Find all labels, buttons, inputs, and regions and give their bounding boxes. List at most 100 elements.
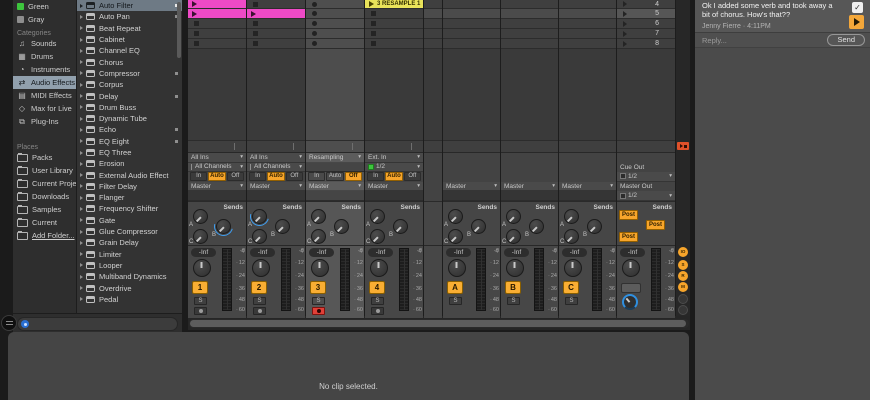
post-toggle-button[interactable]: Post xyxy=(619,210,638,220)
solo-button[interactable]: S xyxy=(312,297,325,305)
device-item-looper[interactable]: Looper xyxy=(77,260,182,271)
send-c-knob[interactable] xyxy=(448,229,463,244)
sidebar-place-current-project[interactable]: Current Project xyxy=(13,177,76,190)
sidebar-item-drums[interactable]: ▦Drums xyxy=(13,50,76,63)
resolve-check-icon[interactable]: ✓ xyxy=(852,2,863,13)
mixer-view-toggle-S[interactable]: S xyxy=(678,260,688,270)
post-toggle-button[interactable]: Post xyxy=(619,232,638,242)
clip-stop-button[interactable] xyxy=(188,29,246,39)
pan-knob[interactable] xyxy=(506,259,524,277)
empty-slot[interactable] xyxy=(443,29,500,39)
empty-slot[interactable] xyxy=(559,19,616,29)
device-item-drum-buss[interactable]: Drum Buss xyxy=(77,102,182,113)
device-item-gate[interactable]: Gate xyxy=(77,215,182,226)
sidebar-item-sounds[interactable]: ♫Sounds xyxy=(13,37,76,50)
empty-slot[interactable] xyxy=(501,39,558,49)
clip-stop-button[interactable] xyxy=(247,19,305,29)
monitor-auto-button[interactable]: Auto xyxy=(208,172,225,181)
empty-slot[interactable] xyxy=(424,39,442,49)
volume-readout[interactable]: -Inf xyxy=(250,248,275,257)
send-a-knob[interactable] xyxy=(448,209,463,224)
sidebar-item-max-for-live[interactable]: ◇Max for Live xyxy=(13,102,76,115)
sidebar-item-instruments[interactable]: ◔Instruments xyxy=(13,63,76,76)
solo-button[interactable]: S xyxy=(253,297,266,305)
post-toggle-button[interactable]: Post xyxy=(646,220,665,230)
clip-record-button[interactable] xyxy=(306,0,364,9)
volume-readout[interactable]: -Inf xyxy=(620,248,645,257)
device-item-beat-repeat[interactable]: Beat Repeat xyxy=(77,23,182,34)
device-item-external-audio-effect[interactable]: External Audio Effect xyxy=(77,169,182,180)
device-item-multiband-dynamics[interactable]: Multiband Dynamics xyxy=(77,271,182,282)
output-dropdown[interactable]: Master▾ xyxy=(443,182,500,192)
audio-clip-pink[interactable] xyxy=(188,0,246,9)
input-type-dropdown[interactable]: Ext. In▾ xyxy=(365,153,423,163)
clip-stop-button[interactable] xyxy=(188,39,246,49)
empty-slot[interactable] xyxy=(501,29,558,39)
device-item-channel-eq[interactable]: Channel EQ xyxy=(77,45,182,56)
monitor-auto-button[interactable]: Auto xyxy=(326,172,343,181)
send-b-knob[interactable] xyxy=(529,219,544,234)
horizontal-scrollbar[interactable] xyxy=(189,319,689,328)
send-c-knob[interactable] xyxy=(506,229,521,244)
cue-volume-knob[interactable] xyxy=(622,294,638,310)
device-item-grain-delay[interactable]: Grain Delay xyxy=(77,237,182,248)
solo-button[interactable]: S xyxy=(565,297,578,305)
empty-slot[interactable] xyxy=(443,19,500,29)
empty-slot[interactable] xyxy=(443,0,500,9)
mixer-view-toggle-M[interactable]: M xyxy=(678,282,688,292)
send-c-knob[interactable] xyxy=(252,229,267,244)
track-activator-button[interactable]: C xyxy=(563,281,579,294)
monitor-auto-button[interactable]: Auto xyxy=(385,172,402,181)
empty-slot[interactable] xyxy=(559,39,616,49)
monitor-in-button[interactable]: In xyxy=(308,172,325,181)
send-b-knob[interactable] xyxy=(216,219,231,234)
send-c-knob[interactable] xyxy=(370,229,385,244)
empty-slot[interactable] xyxy=(424,0,442,9)
sidebar-place-packs[interactable]: Packs xyxy=(13,151,76,164)
solo-button[interactable]: S xyxy=(371,297,384,305)
cue-out-dropdown[interactable]: 1/2▾ xyxy=(617,172,675,182)
send-b-knob[interactable] xyxy=(471,219,486,234)
mixer-view-toggle-4[interactable] xyxy=(678,294,688,304)
output-dropdown[interactable]: Master▾ xyxy=(247,182,305,192)
solo-button[interactable]: S xyxy=(507,297,520,305)
sidebar-place-samples[interactable]: Samples xyxy=(13,203,76,216)
send-c-knob[interactable] xyxy=(193,229,208,244)
mixer-view-toggle-R[interactable]: R xyxy=(678,271,688,281)
clip-stop-button[interactable] xyxy=(365,29,423,39)
color-tag-green[interactable]: Green xyxy=(13,0,76,13)
arm-button[interactable] xyxy=(312,307,325,315)
send-c-knob[interactable] xyxy=(564,229,579,244)
clip-record-button[interactable] xyxy=(306,19,364,29)
device-item-flanger[interactable]: Flanger xyxy=(77,192,182,203)
device-item-glue-compressor[interactable]: Glue Compressor xyxy=(77,226,182,237)
pan-knob[interactable] xyxy=(448,259,466,277)
device-item-pedal[interactable]: Pedal xyxy=(77,294,182,305)
clip-stop-button[interactable] xyxy=(365,19,423,29)
scene-slot[interactable]: 6 xyxy=(617,19,675,29)
send-b-knob[interactable] xyxy=(275,219,290,234)
device-item-eq-eight[interactable]: EQ Eight xyxy=(77,136,182,147)
input-type-dropdown[interactable]: Resampling▾ xyxy=(306,153,364,163)
volume-readout[interactable]: -Inf xyxy=(562,248,587,257)
empty-slot[interactable] xyxy=(424,19,442,29)
device-item-eq-three[interactable]: EQ Three xyxy=(77,147,182,158)
track-activator-button[interactable]: 4 xyxy=(369,281,385,294)
monitor-in-button[interactable]: In xyxy=(190,172,207,181)
monitor-in-button[interactable]: In xyxy=(367,172,384,181)
pan-knob[interactable] xyxy=(622,259,640,277)
track-activator-button[interactable]: A xyxy=(447,281,463,294)
search-input[interactable] xyxy=(17,317,178,331)
device-item-compressor[interactable]: Compressor xyxy=(77,68,182,79)
mixer-view-toggle-IO[interactable]: IO xyxy=(678,247,688,257)
solo-cue-button[interactable] xyxy=(621,283,641,293)
clip-record-button[interactable] xyxy=(306,39,364,49)
sidebar-item-midi-effects[interactable]: ▤MIDI Effects xyxy=(13,89,76,102)
pan-knob[interactable] xyxy=(311,259,329,277)
solo-button[interactable]: S xyxy=(194,297,207,305)
sidebar-place-current[interactable]: Current xyxy=(13,216,76,229)
scrollbar-thumb[interactable] xyxy=(190,320,686,327)
arm-button[interactable] xyxy=(253,307,266,315)
track-activator-button[interactable]: 3 xyxy=(310,281,326,294)
device-item-overdrive[interactable]: Overdrive xyxy=(77,282,182,293)
